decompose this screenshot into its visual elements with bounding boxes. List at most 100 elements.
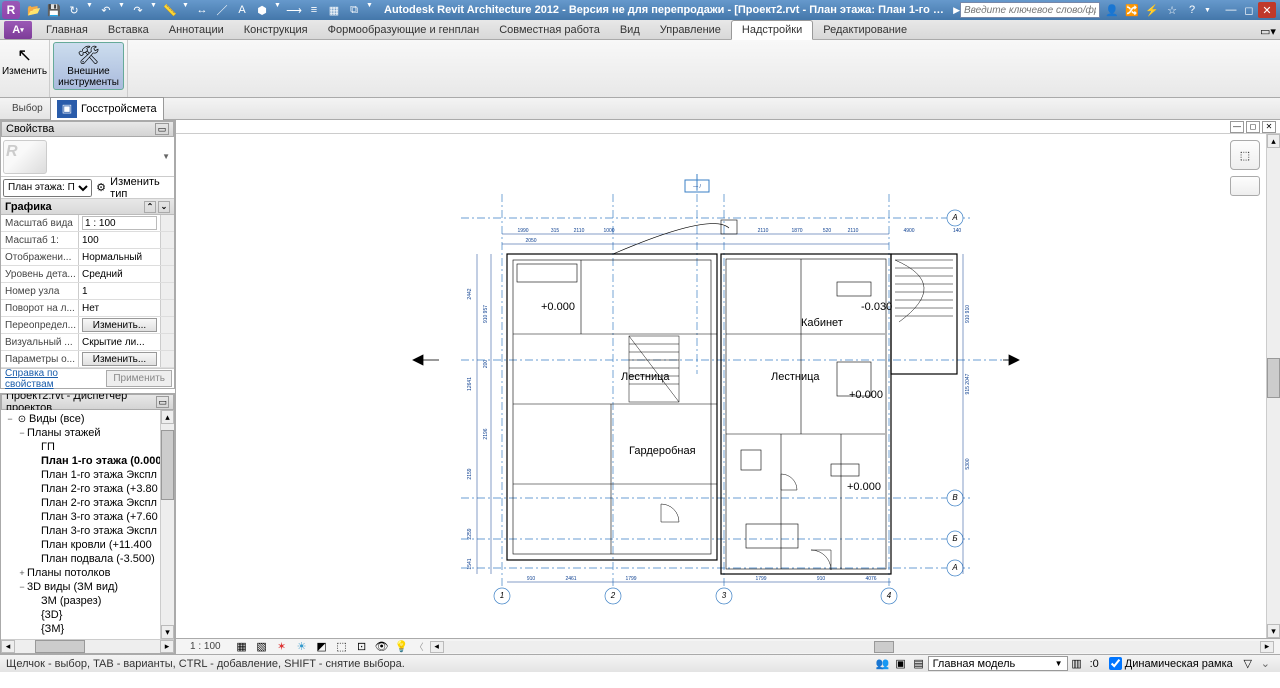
tree-3d-views[interactable]: 3D виды (ЗМ вид) (27, 581, 118, 593)
editable-only-icon[interactable]: ▣ (892, 657, 910, 671)
window-dropdown[interactable]: ▼ (366, 2, 374, 18)
canvas-vscrollbar[interactable]: ▴ ▾ (1266, 134, 1280, 638)
shadows-icon[interactable]: ◩ (315, 640, 329, 654)
scroll-down-icon[interactable]: ▾ (161, 625, 174, 639)
favorites-icon[interactable]: ☆ (1164, 2, 1180, 18)
redo-dropdown[interactable]: ▼ (150, 2, 158, 18)
scroll-down-icon[interactable]: ▾ (1267, 624, 1280, 638)
drawing-canvas[interactable]: ⬚ 1 2 3 4 А В Б А (176, 134, 1266, 638)
workset-icon[interactable]: 👥 (874, 657, 892, 671)
scroll-up-icon[interactable]: ▴ (161, 410, 174, 424)
save-icon[interactable]: 💾 (46, 2, 62, 18)
tree-views-all[interactable]: Виды (все) (29, 413, 85, 425)
view-dropdown[interactable]: ▼ (274, 2, 282, 18)
model-graphics-icon[interactable]: ▦ (235, 640, 249, 654)
tree-ceiling-plans[interactable]: Планы потолков (27, 567, 110, 579)
tree-item[interactable]: План подвала (-3.500) (41, 553, 155, 565)
scroll-up-icon[interactable]: ▴ (1267, 134, 1280, 148)
open-icon[interactable]: 📂 (26, 2, 42, 18)
gosstroismeta-tool[interactable]: ▣ Госстройсмета (50, 97, 164, 121)
visual-style-icon[interactable]: ✶ (275, 640, 289, 654)
measure-dropdown[interactable]: ▼ (182, 2, 190, 18)
prop-value-scale[interactable] (82, 216, 157, 230)
project-browser-tree[interactable]: −⊙Виды (все) −Планы этажей ГП План 1-го … (1, 410, 160, 639)
exchange-icon[interactable]: 🔀 (1124, 2, 1140, 18)
tab-insert[interactable]: Вставка (98, 21, 159, 39)
tree-item[interactable]: План 2-го этажа Экспл (41, 497, 157, 509)
tree-item[interactable]: {3D} (41, 609, 62, 621)
thin-lines-icon[interactable]: ≡ (306, 2, 322, 18)
browser-vscrollbar[interactable]: ▴ ▾ (160, 410, 174, 639)
scroll-thumb[interactable] (1267, 358, 1280, 398)
modify-button[interactable]: ↖ Изменить (0, 42, 52, 79)
tab-structure[interactable]: Конструкция (234, 21, 318, 39)
type-selector-dropdown[interactable]: ▼ (160, 150, 172, 163)
dimension-icon[interactable]: ↔ (194, 2, 210, 18)
scroll-right-icon[interactable]: ▸ (1260, 641, 1274, 653)
scroll-left-icon[interactable]: ◂ (1, 640, 15, 653)
undo-dropdown[interactable]: ▼ (118, 2, 126, 18)
prop-value[interactable]: Средний (79, 266, 160, 282)
help-dropdown[interactable]: ▼ (1204, 7, 1212, 14)
tab-modify[interactable]: Редактирование (813, 21, 917, 39)
view-close-icon[interactable]: ✕ (1262, 121, 1276, 133)
category-graphics[interactable]: Графика ⌃ ⌄ (1, 199, 174, 215)
tree-item-selected[interactable]: План 1-го этажа (0.000 (41, 455, 160, 467)
prop-value[interactable]: Нет (79, 300, 160, 316)
view-icon[interactable]: ⬢ (254, 2, 270, 18)
steering-wheel[interactable] (1230, 176, 1260, 196)
tab-collaborate[interactable]: Совместная работа (489, 21, 610, 39)
search-input[interactable] (961, 5, 1099, 16)
minimize-button[interactable]: — (1222, 2, 1240, 18)
prop-button-override[interactable]: Изменить... (82, 318, 157, 332)
apply-button[interactable]: Применить (106, 370, 172, 387)
tree-item[interactable]: План 2-го этажа (+3.80 (41, 483, 158, 495)
tree-item[interactable]: План 1-го этажа Экспл (41, 469, 157, 481)
press-drag-input[interactable] (1109, 657, 1122, 670)
category-scroll-icon[interactable]: ⌄ (158, 201, 170, 213)
category-collapse-icon[interactable]: ⌃ (144, 201, 156, 213)
view-minimize-icon[interactable]: — (1230, 121, 1244, 133)
view-cube[interactable]: ⬚ (1230, 140, 1260, 170)
close-button[interactable]: ✕ (1258, 2, 1276, 18)
reveal-hidden-icon[interactable]: 💡 (395, 640, 409, 654)
communication-icon[interactable]: ⚡ (1144, 2, 1160, 18)
scroll-thumb[interactable] (161, 430, 174, 500)
external-tools-button[interactable]: 🛠 Внешние инструменты (53, 42, 124, 90)
prop-value[interactable]: 100 (79, 232, 160, 248)
properties-help-link[interactable]: Справка по свойствам (1, 368, 106, 390)
expand-icon[interactable]: + (17, 568, 27, 578)
tree-item[interactable]: ЗМ (разрез) (41, 595, 101, 607)
edit-type-link[interactable]: Изменить тип (110, 176, 172, 200)
properties-close-icon[interactable]: ▭ (155, 123, 169, 135)
subscription-icon[interactable]: 👤 (1104, 2, 1120, 18)
window-cascade-icon[interactable]: ⧉ (346, 2, 362, 18)
scroll-thumb[interactable] (874, 641, 894, 653)
ribbon-options-icon[interactable]: ▭▾ (1256, 23, 1280, 39)
detail-level-icon[interactable]: ▧ (255, 640, 269, 654)
exclude-options-icon[interactable]: ▥ (1068, 657, 1086, 671)
design-options-icon[interactable]: ▤ (910, 657, 928, 671)
view-scale[interactable]: 1 : 100 (182, 641, 229, 652)
redo-icon[interactable]: ↷ (130, 2, 146, 18)
prop-value[interactable]: Нормальный (79, 249, 160, 265)
visibility-icon[interactable]: ⟶ (286, 2, 302, 18)
revit-app-icon[interactable]: R (2, 1, 20, 19)
tree-item[interactable]: План 3-го этажа Экспл (41, 525, 157, 537)
expand-icon[interactable]: − (5, 414, 15, 424)
measure-icon[interactable]: 📏 (162, 2, 178, 18)
search-box[interactable] (960, 2, 1100, 18)
tree-floor-plans[interactable]: Планы этажей (27, 427, 101, 439)
tree-item[interactable]: {ЗМ} (41, 623, 64, 635)
hide-isolate-icon[interactable]: 👁 (375, 640, 389, 654)
app-menu-button[interactable]: A▾ (4, 21, 32, 39)
scroll-right-icon[interactable]: ▸ (160, 640, 174, 653)
crop-region-icon[interactable]: ⊡ (355, 640, 369, 654)
browser-hscrollbar[interactable]: ◂ ▸ (1, 639, 174, 653)
tab-addins[interactable]: Надстройки (731, 20, 813, 40)
expand-icon[interactable]: − (17, 582, 27, 592)
prop-value[interactable]: Скрытие ли... (79, 334, 160, 350)
tab-massing[interactable]: Формообразующие и генплан (318, 21, 490, 39)
expand-icon[interactable]: − (17, 428, 27, 438)
filter-icon[interactable]: ▽ (1239, 657, 1257, 671)
